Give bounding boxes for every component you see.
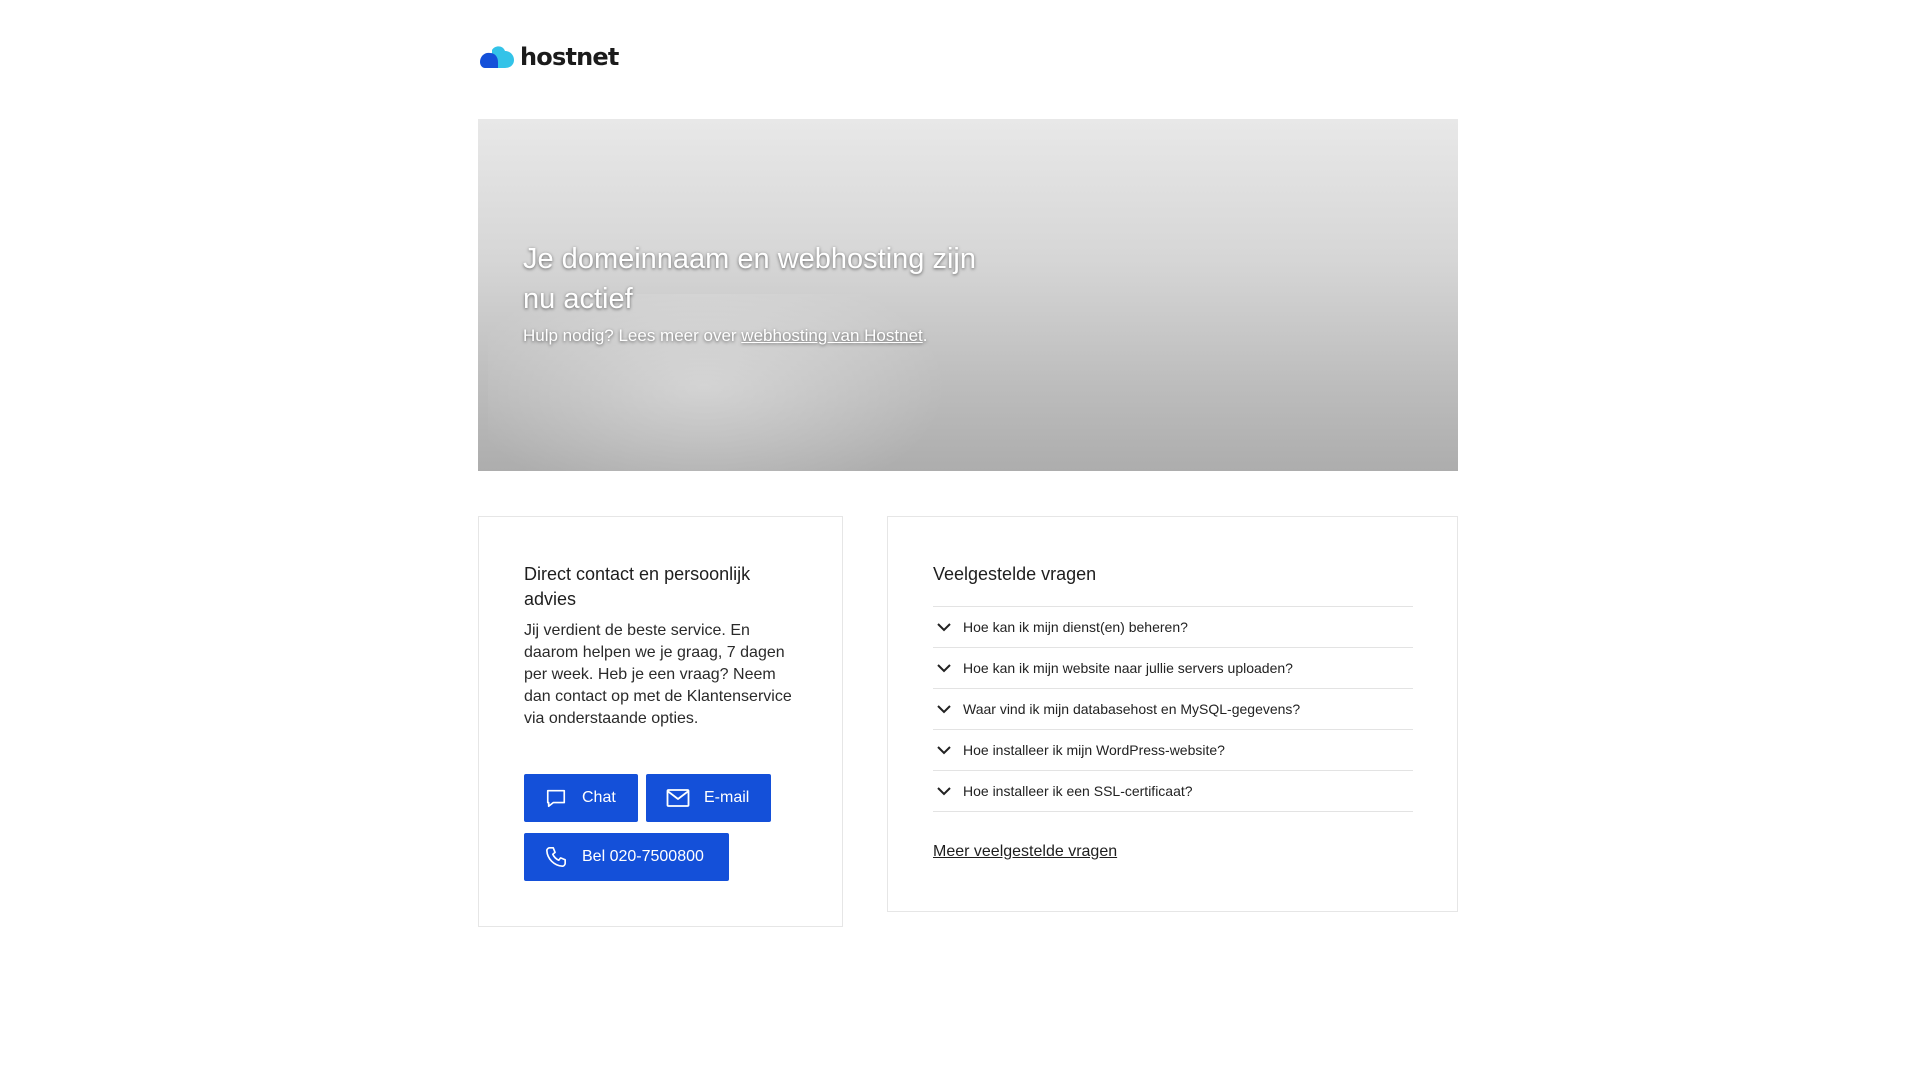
chat-bubble-icon xyxy=(544,786,568,810)
contact-card: Direct contact en persoonlijk advies Jij… xyxy=(478,516,843,927)
hero-subtitle: Hulp nodig? Lees meer over webhosting va… xyxy=(523,326,927,346)
hostnet-logo[interactable]: hostnet xyxy=(478,42,619,72)
chevron-down-icon xyxy=(933,739,955,761)
faq-item[interactable]: Hoe kan ik mijn website naar jullie serv… xyxy=(933,648,1413,689)
faq-item[interactable]: Hoe kan ik mijn dienst(en) beheren? xyxy=(933,607,1413,648)
webhosting-link[interactable]: webhosting van Hostnet xyxy=(741,326,922,345)
faq-title: Veelgestelde vragen xyxy=(933,564,1097,584)
hero-glow xyxy=(488,294,968,471)
faq-item-label: Hoe kan ik mijn dienst(en) beheren? xyxy=(963,619,1188,635)
chat-button[interactable]: Chat xyxy=(524,774,638,822)
cloud-logo-icon xyxy=(478,44,516,70)
hero-title: Je domeinnaam en webhosting zijn nu acti… xyxy=(523,243,976,315)
contact-text: Jij verdient de beste service. En daarom… xyxy=(524,622,792,727)
chevron-down-icon xyxy=(933,616,955,638)
chevron-down-icon xyxy=(933,657,955,679)
faq-item-label: Hoe installeer ik een SSL-certificaat? xyxy=(963,783,1193,799)
faq-card: Veelgestelde vragen Hoe kan ik mijn dien… xyxy=(887,516,1458,912)
faq-list: Hoe kan ik mijn dienst(en) beheren? Hoe … xyxy=(933,606,1413,812)
faq-item[interactable]: Hoe installeer ik mijn WordPress-website… xyxy=(933,730,1413,771)
chat-button-label: Chat xyxy=(582,789,616,806)
hero-banner: Je domeinnaam en webhosting zijn nu acti… xyxy=(478,119,1458,471)
email-button-label: E-mail xyxy=(704,789,750,806)
chevron-down-icon xyxy=(933,780,955,802)
faq-item-label: Waar vind ik mijn databasehost en MySQL-… xyxy=(963,701,1301,717)
email-button[interactable]: E-mail xyxy=(646,774,771,822)
faq-item-label: Hoe installeer ik mijn WordPress-website… xyxy=(963,742,1225,758)
faq-item[interactable]: Waar vind ik mijn databasehost en MySQL-… xyxy=(933,689,1413,730)
hero-subtitle-suffix: . xyxy=(922,326,928,345)
call-button-label: Bel 020-7500800 xyxy=(582,848,704,865)
faq-item-label: Hoe kan ik mijn website naar jullie serv… xyxy=(963,660,1293,676)
faq-item[interactable]: Hoe installeer ik een SSL-certificaat? xyxy=(933,771,1413,812)
chevron-down-icon xyxy=(933,698,955,720)
contact-title: Direct contact en persoonlijk advies xyxy=(524,564,751,609)
call-button[interactable]: Bel 020-7500800 xyxy=(524,833,729,881)
more-faq-link[interactable]: Meer veelgestelde vragen xyxy=(933,843,1117,861)
hero-subtitle-prefix: Hulp nodig? Lees meer over xyxy=(523,326,742,345)
phone-icon xyxy=(544,845,568,869)
brand-name: hostnet xyxy=(520,43,619,71)
mail-icon xyxy=(666,786,690,810)
